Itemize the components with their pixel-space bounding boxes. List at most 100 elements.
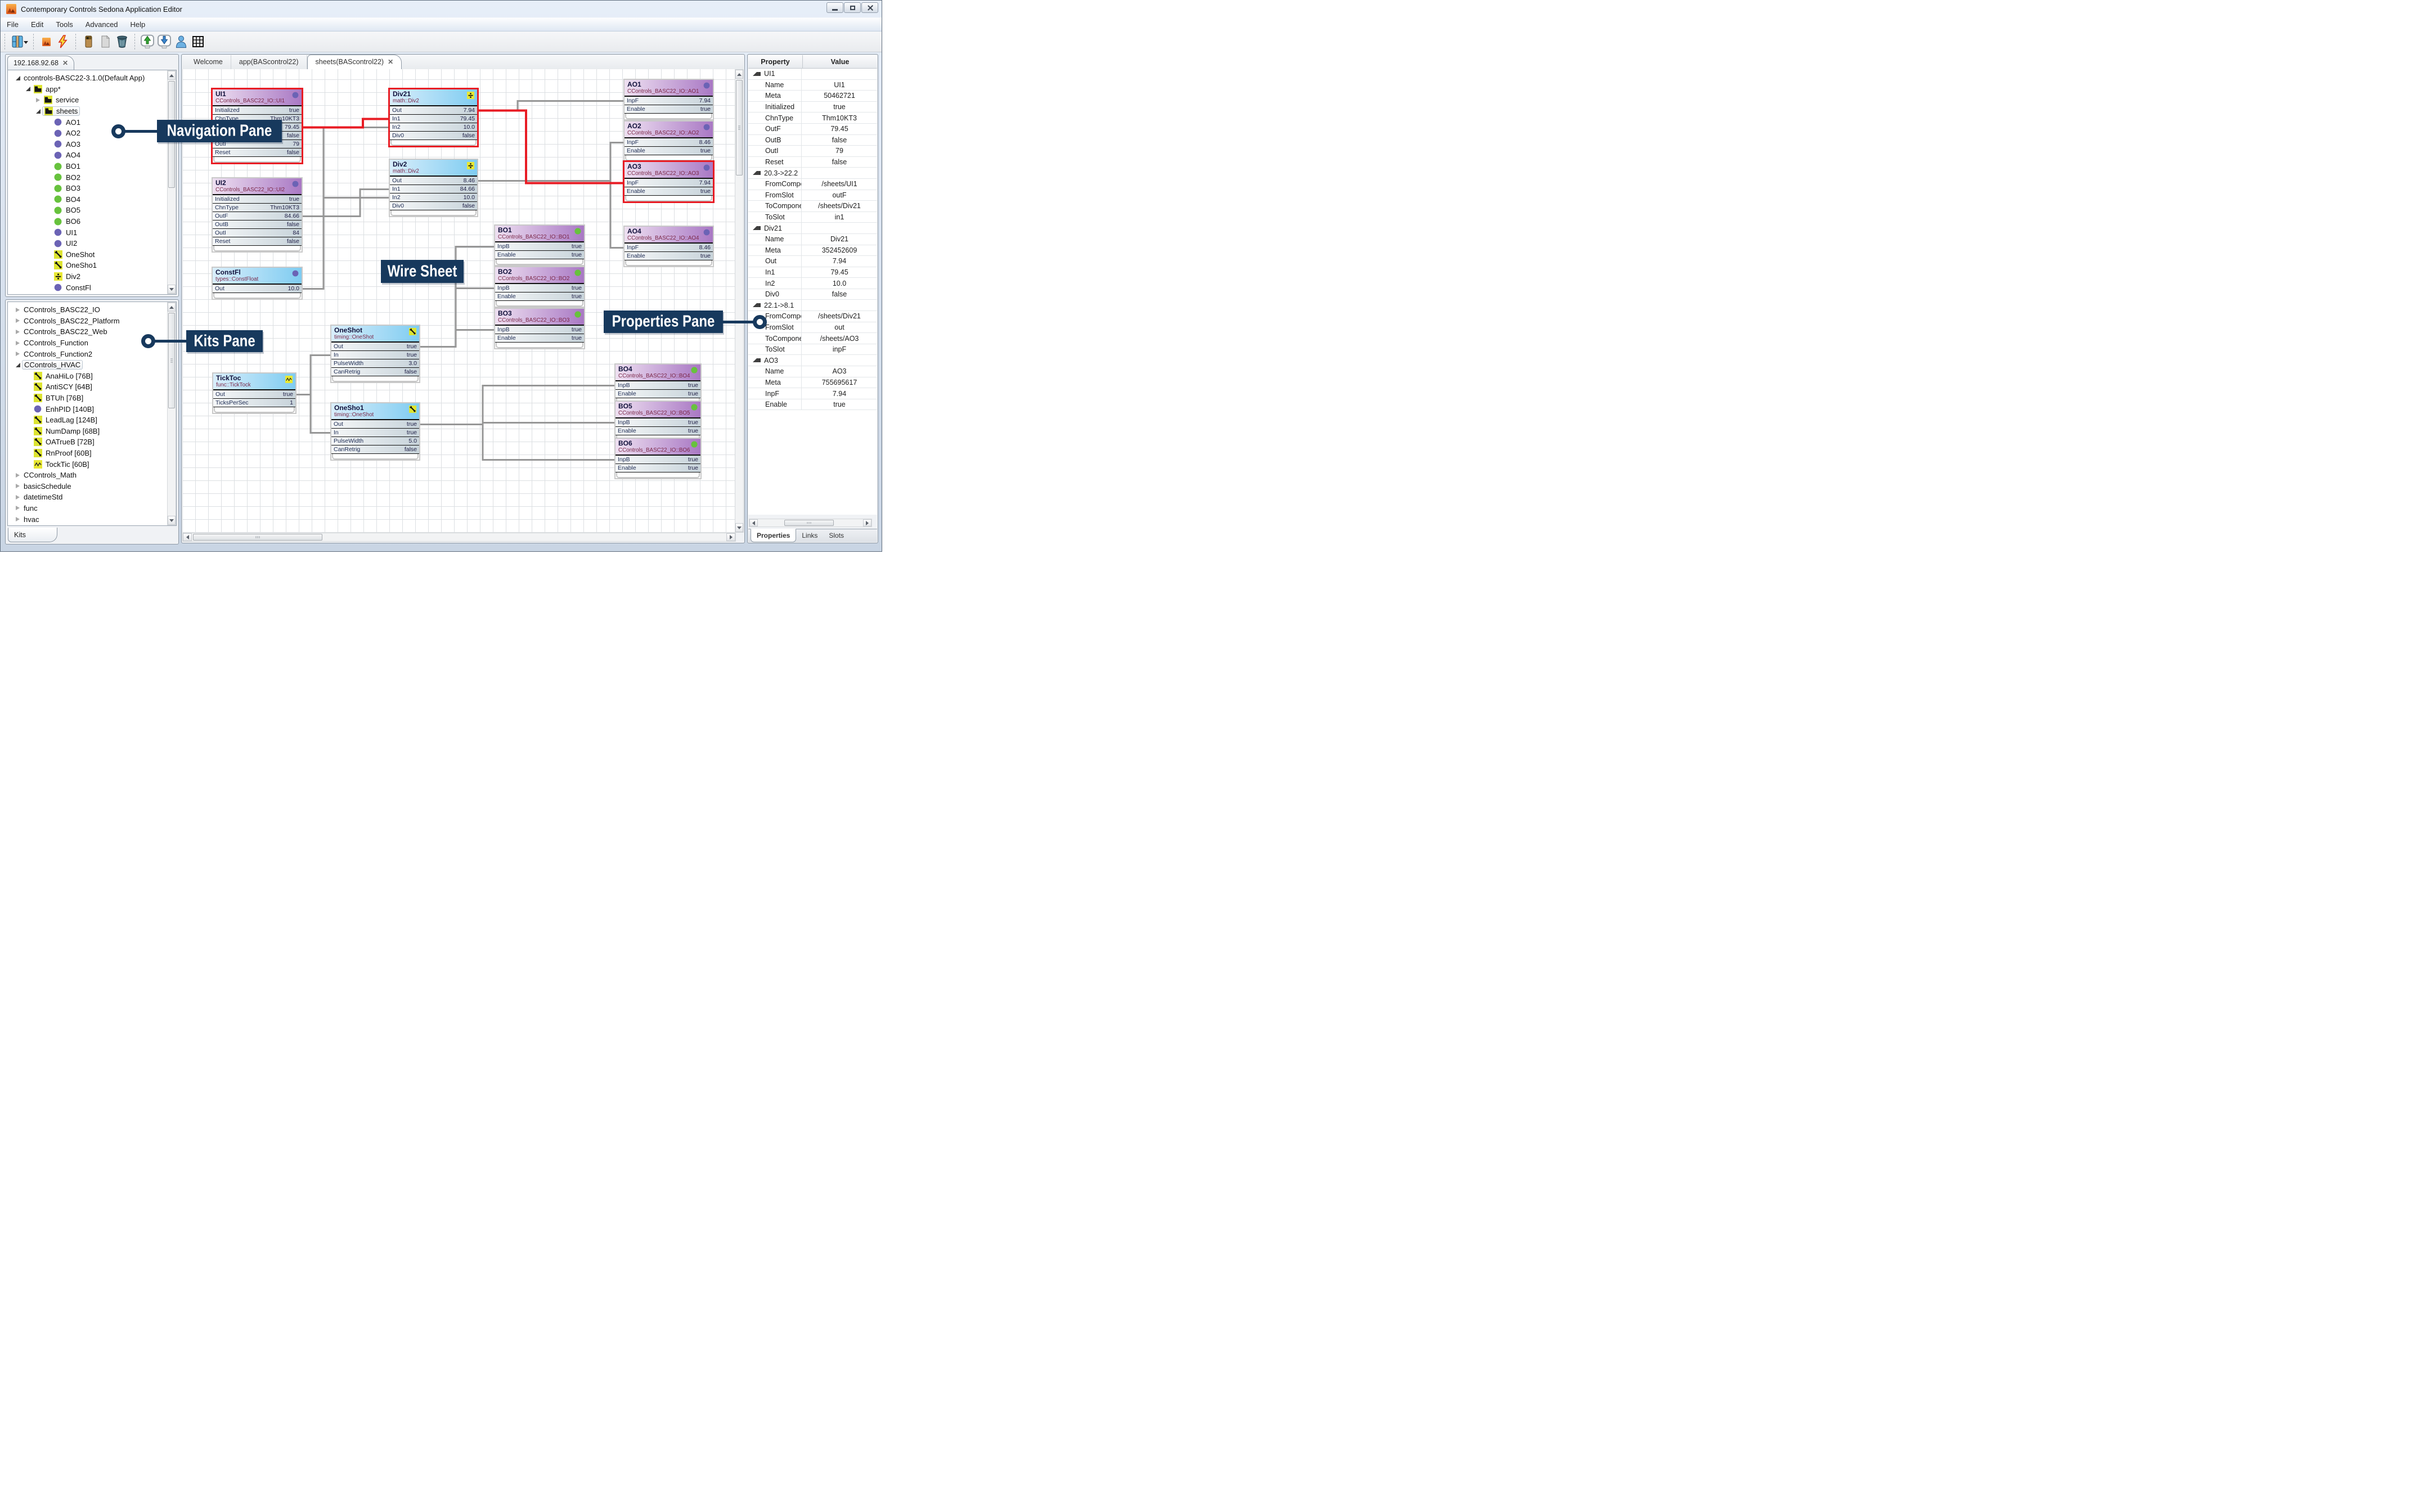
canvas-scroll-down[interactable] — [735, 523, 743, 532]
block-slot-enable[interactable]: Enabletrue — [495, 334, 584, 343]
property-row-initialized[interactable]: Initializedtrue — [748, 102, 877, 113]
block-onesho1[interactable]: OneSho1timing::OneShotOuttrueIntruePulse… — [330, 402, 420, 461]
canvas-scroll-left[interactable] — [183, 533, 192, 541]
kits-item-oatrueb-72b-[interactable]: OATrueB [72B] — [8, 436, 176, 448]
property-row-fromcompo[interactable]: FromCompo/sheets/UI1 — [748, 179, 877, 190]
block-slot-in2[interactable]: In210.0 — [390, 123, 477, 132]
property-row-reset[interactable]: Resetfalse — [748, 157, 877, 168]
block-slot-enable[interactable]: Enabletrue — [625, 187, 713, 196]
block-slot-pulsewidth[interactable]: PulseWidth3.0 — [331, 359, 419, 368]
expander-open-icon[interactable] — [34, 109, 42, 114]
wire-link[interactable] — [295, 356, 331, 395]
property-row-tocompone[interactable]: ToCompone/sheets/Div21 — [748, 201, 877, 212]
kits-scroll-down[interactable] — [168, 516, 176, 525]
block-slot-out[interactable]: Outtrue — [213, 390, 295, 399]
wire-link[interactable] — [477, 143, 625, 181]
block-slot-inpb[interactable]: InpBtrue — [495, 284, 584, 292]
block-slot-inpf[interactable]: InpF7.94 — [625, 97, 713, 105]
kits-item-basicschedule[interactable]: basicSchedule — [8, 481, 176, 492]
block-slot-enable[interactable]: Enabletrue — [616, 390, 700, 398]
editor-tab-app-bascontrol22-[interactable]: app(BAScontrol22) — [231, 55, 307, 69]
block-slot-canretrig[interactable]: CanRetrigfalse — [331, 446, 419, 454]
expander-closed-icon[interactable] — [14, 330, 22, 334]
copy-button[interactable] — [80, 33, 97, 50]
nav-item-ui2[interactable]: UI2 — [8, 238, 176, 249]
block-bo4[interactable]: BO4CControls_BASC22_IO::BO4InpBtrueEnabl… — [614, 363, 702, 405]
kits-item-tocktic-60b-[interactable]: TockTic [60B] — [8, 458, 176, 470]
block-ao3[interactable]: AO3CControls_BASC22_IO::AO3InpF7.94Enabl… — [623, 160, 715, 203]
block-slot-inpb[interactable]: InpBtrue — [495, 242, 584, 251]
nav-item-bo4[interactable]: BO4 — [8, 194, 176, 205]
block-slot-inpf[interactable]: InpF8.46 — [625, 138, 713, 147]
nav-item-ao4[interactable]: AO4 — [8, 150, 176, 161]
property-row-name[interactable]: NameDiv21 — [748, 234, 877, 245]
nav-item-bo6[interactable]: BO6 — [8, 216, 176, 227]
minimize-button[interactable] — [826, 2, 843, 13]
editor-tab-sheets-bascontrol22-[interactable]: sheets(BAScontrol22)✕ — [307, 55, 402, 70]
grid-button[interactable] — [190, 33, 206, 50]
block-bo5[interactable]: BO5CControls_BASC22_IO::BO5InpBtrueEnabl… — [614, 400, 702, 442]
block-slot-out[interactable]: Outtrue — [331, 343, 419, 351]
nav-scroll-up[interactable] — [168, 71, 176, 80]
kits-item-btuh-76b-[interactable]: BTUh [76B] — [8, 393, 176, 404]
block-slot-in2[interactable]: In210.0 — [390, 194, 477, 202]
block-slot-canretrig[interactable]: CanRetrigfalse — [331, 368, 419, 376]
wire-link[interactable] — [311, 395, 331, 433]
block-slot-in1[interactable]: In184.66 — [390, 185, 477, 194]
nav-item-oneshot[interactable]: OneShot — [8, 249, 176, 260]
nav-tab-close-icon[interactable]: ✕ — [62, 59, 68, 67]
kits-scroll-thumb[interactable] — [168, 313, 175, 408]
block-slot-div0[interactable]: Div0false — [390, 132, 477, 140]
kits-item-numdamp-68b-[interactable]: NumDamp [68B] — [8, 426, 176, 437]
block-oneshot[interactable]: OneShottiming::OneShotOuttrueIntruePulse… — [330, 325, 420, 383]
kits-item-ccontrols-function2[interactable]: CControls_Function2 — [8, 348, 176, 359]
menu-item-file[interactable]: File — [1, 18, 25, 31]
property-row-meta[interactable]: Meta755695617 — [748, 377, 877, 389]
kits-item-func[interactable]: func — [8, 503, 176, 514]
wire-link[interactable] — [302, 128, 390, 289]
block-slot-enable[interactable]: Enabletrue — [495, 292, 584, 301]
canvas-scroll-right[interactable] — [726, 533, 735, 541]
block-slot-in1[interactable]: In179.45 — [390, 115, 477, 123]
paste-button[interactable] — [97, 33, 114, 50]
block-slot-inpb[interactable]: InpBtrue — [616, 418, 700, 427]
block-slot-inpf[interactable]: InpF7.94 — [625, 179, 713, 187]
property-group-22-1-8-1[interactable]: 22.1->8.1 — [748, 300, 877, 311]
block-slot-out[interactable]: Outtrue — [331, 420, 419, 429]
nav-item-bo3[interactable]: BO3 — [8, 183, 176, 194]
maximize-button[interactable] — [844, 2, 861, 13]
kits-item-rnproof-60b-[interactable]: RnProof [60B] — [8, 448, 176, 459]
block-slot-outb[interactable]: OutBfalse — [213, 220, 302, 229]
block-bo1[interactable]: BO1CControls_BASC22_IO::BO1InpBtrueEnabl… — [494, 224, 585, 266]
block-slot-in[interactable]: Intrue — [331, 429, 419, 437]
property-row-chntype[interactable]: ChnTypeThm10KT3 — [748, 112, 877, 124]
block-slot-out[interactable]: Out7.94 — [390, 106, 477, 115]
property-group-ui1[interactable]: UI1 — [748, 69, 877, 80]
block-slot-inpf[interactable]: InpF8.46 — [625, 244, 713, 252]
block-slot-reset[interactable]: Resetfalse — [213, 148, 302, 157]
upload-button[interactable] — [139, 33, 156, 50]
nav-item-sheets[interactable]: sheets — [8, 106, 176, 117]
property-row-out[interactable]: Out7.94 — [748, 256, 877, 267]
block-slot-enable[interactable]: Enabletrue — [616, 427, 700, 435]
expander-closed-icon[interactable] — [14, 517, 22, 521]
props-scroll-right[interactable] — [863, 519, 871, 526]
property-group-ao3[interactable]: AO3 — [748, 355, 877, 366]
block-slot-in[interactable]: Intrue — [331, 351, 419, 359]
nav-item-app-[interactable]: app* — [8, 84, 176, 95]
block-slot-enable[interactable]: Enabletrue — [616, 464, 700, 472]
nav-item-service[interactable]: service — [8, 94, 176, 106]
property-row-fromcompo[interactable]: FromCompo/sheets/Div21 — [748, 311, 877, 322]
block-slot-enable[interactable]: Enabletrue — [625, 105, 713, 114]
property-row-name[interactable]: NameAO3 — [748, 366, 877, 377]
block-bo6[interactable]: BO6CControls_BASC22_IO::BO6InpBtrueEnabl… — [614, 438, 702, 479]
menu-item-advanced[interactable]: Advanced — [79, 18, 124, 31]
block-div2[interactable]: Div2math::Div2Out8.46In184.66In210.0Div0… — [389, 159, 478, 217]
nav-item-div21[interactable]: Div21 — [8, 293, 176, 295]
kits-bottom-tab[interactable]: Kits — [8, 528, 57, 542]
nav-scroll-down[interactable] — [168, 285, 176, 294]
editor-tab-close-icon[interactable]: ✕ — [388, 55, 393, 69]
kits-item-antiscy-64b-[interactable]: AntiSCY [64B] — [8, 381, 176, 393]
block-div21[interactable]: Div21math::Div2Out7.94In179.45In210.0Div… — [388, 88, 479, 147]
expander-closed-icon[interactable] — [14, 318, 22, 323]
